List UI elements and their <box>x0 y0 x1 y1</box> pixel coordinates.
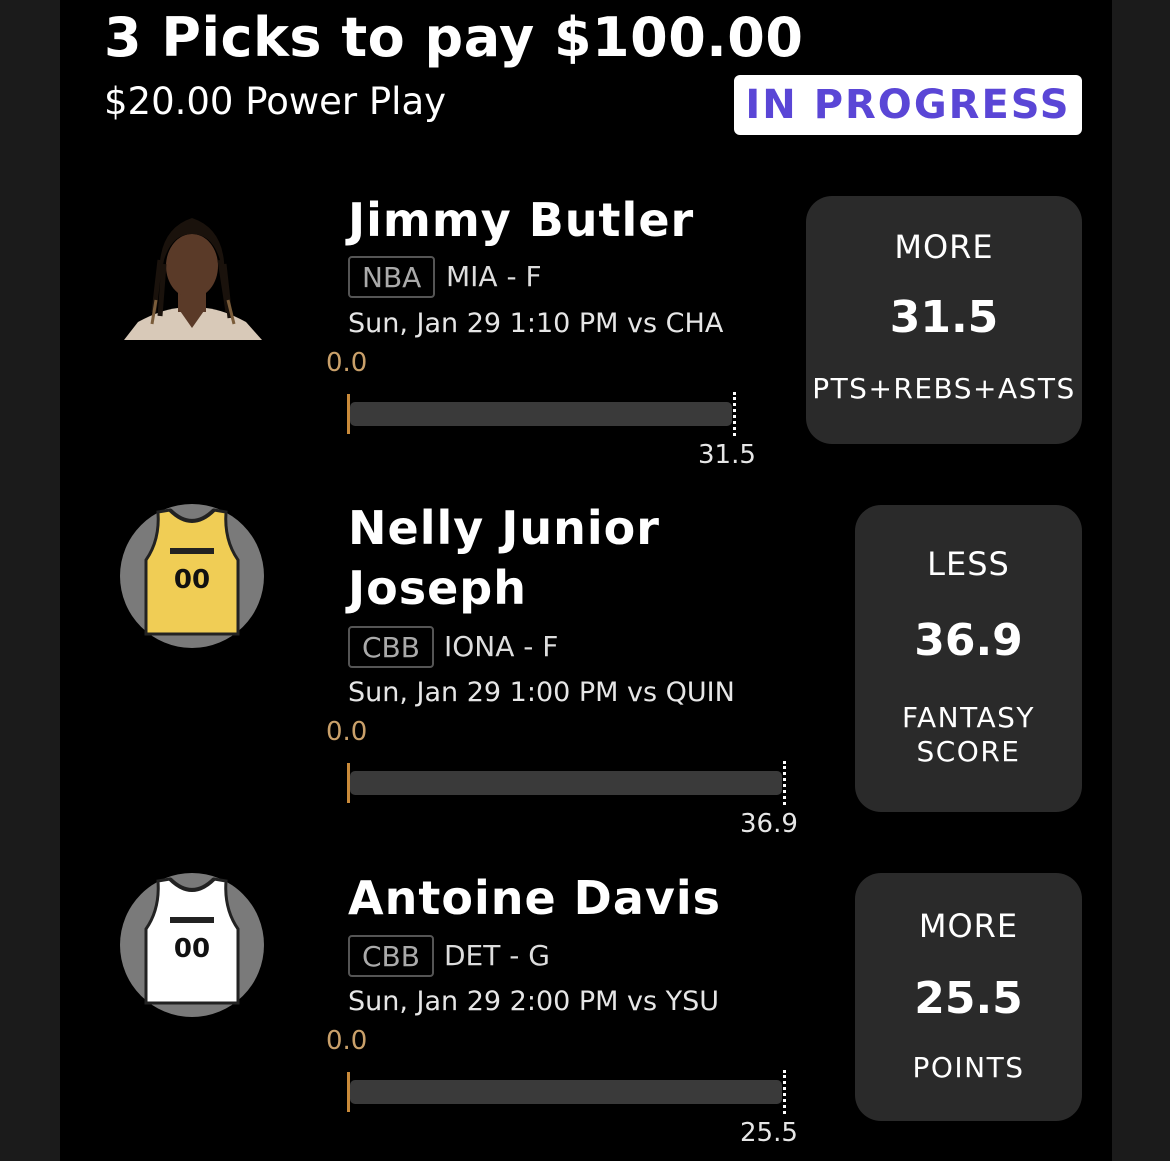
player-avatar: 00 <box>120 504 264 648</box>
pick-stat-line-1: FANTASY <box>901 701 1036 734</box>
game-info: Sun, Jan 29 2:00 PM vs YSU <box>348 986 720 1017</box>
team-position: DET - G <box>444 939 550 972</box>
league-badge: CBB <box>348 935 434 977</box>
svg-text:00: 00 <box>174 565 210 595</box>
pick-box[interactable]: MORE 25.5 POINTS <box>855 873 1082 1121</box>
pick-stat-line-2: SCORE <box>916 735 1021 768</box>
progress-start-value: 0.0 <box>326 348 368 378</box>
progress-target-value: 31.5 <box>698 440 756 470</box>
pick-stat: PTS+REBS+ASTS <box>812 372 1076 405</box>
entry-subtitle: $20.00 Power Play <box>104 80 447 123</box>
pick-direction: MORE <box>918 907 1019 945</box>
progress-start-tick <box>347 763 350 803</box>
jersey-icon: 00 <box>144 508 240 636</box>
player-name: Jimmy Butler <box>348 193 695 247</box>
progress-start-value: 0.0 <box>326 1026 368 1056</box>
game-info: Sun, Jan 29 1:00 PM vs QUIN <box>348 677 735 708</box>
player-avatar: 00 <box>120 873 264 1017</box>
progress-target-tick <box>733 392 736 436</box>
pick-direction: MORE <box>894 228 994 266</box>
pick-direction: LESS <box>927 545 1010 583</box>
jersey-icon: 00 <box>144 877 240 1005</box>
pick-stat: POINTS <box>912 1051 1025 1084</box>
player-name: Antoine Davis <box>348 871 722 925</box>
league-badge: CBB <box>348 626 434 668</box>
pick-box[interactable]: LESS 36.9 FANTASY SCORE <box>855 505 1082 812</box>
pick-line: 25.5 <box>914 973 1023 1024</box>
progress-track <box>350 771 782 795</box>
player-name-line-2: Joseph <box>348 561 527 615</box>
player-avatar <box>120 200 264 344</box>
progress-start-value: 0.0 <box>326 717 368 747</box>
pick-line: 36.9 <box>914 615 1023 666</box>
entry-title: 3 Picks to pay $100.00 <box>104 6 804 69</box>
progress-target-value: 36.9 <box>740 809 798 839</box>
team-position: IONA - F <box>444 630 559 663</box>
progress-start-tick <box>347 394 350 434</box>
pick-line: 31.5 <box>889 292 999 343</box>
progress-target-tick <box>783 1070 786 1114</box>
status-badge: IN PROGRESS <box>734 75 1082 135</box>
progress-track <box>350 1080 782 1104</box>
pick-box[interactable]: MORE 31.5 PTS+REBS+ASTS <box>806 196 1082 444</box>
player-photo <box>124 218 262 340</box>
progress-start-tick <box>347 1072 350 1112</box>
game-info: Sun, Jan 29 1:10 PM vs CHA <box>348 308 724 339</box>
team-position: MIA - F <box>446 260 542 293</box>
svg-text:00: 00 <box>174 934 210 964</box>
progress-track <box>350 402 732 426</box>
progress-target-tick <box>783 761 786 805</box>
league-badge: NBA <box>348 256 436 298</box>
player-name-line-1: Nelly Junior <box>348 501 660 555</box>
progress-target-value: 25.5 <box>740 1118 798 1148</box>
